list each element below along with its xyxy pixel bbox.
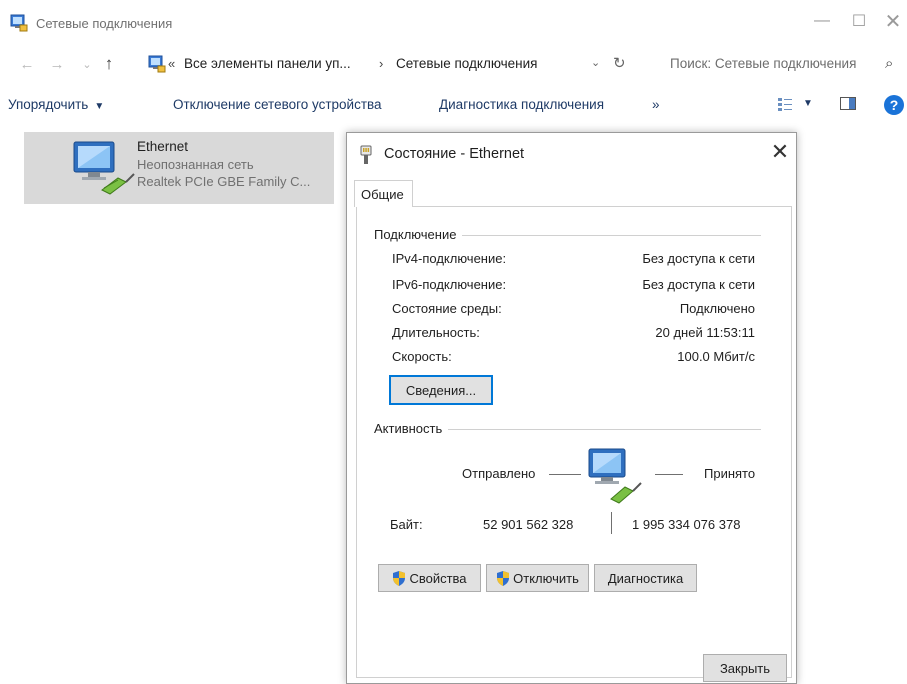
media-state-value: Подключено — [679, 301, 755, 316]
minimize-button[interactable]: — — [808, 8, 836, 34]
dialog-title: Состояние - Ethernet — [384, 146, 525, 162]
maximize-button[interactable]: ☐ — [845, 8, 873, 34]
bytes-divider — [611, 512, 612, 534]
disable-device-button[interactable]: Отключение сетевого устройства — [173, 97, 382, 112]
address-row: ← → ⌄ ↑ « Все элементы панели уп... › Се… — [0, 46, 907, 82]
recent-locations-button[interactable]: ⌄ — [78, 55, 96, 73]
activity-computer-icon — [588, 448, 642, 504]
network-connections-icon — [10, 14, 28, 32]
properties-label: Свойства — [409, 570, 467, 586]
tab-general-label: Общие — [361, 187, 404, 202]
sent-label: Отправлено — [462, 466, 536, 481]
close-dialog-button[interactable]: Закрыть — [703, 654, 787, 682]
refresh-icon[interactable]: ↻ — [613, 54, 626, 72]
address-bar[interactable]: « Все элементы панели уп... › Сетевые по… — [136, 49, 656, 79]
ethernet-plug-icon — [360, 145, 372, 164]
forward-button[interactable]: → — [48, 55, 66, 73]
organize-menu[interactable]: Упорядочить ▼ — [8, 97, 104, 112]
sent-line — [549, 474, 581, 475]
disable-label: Отключить — [513, 570, 579, 586]
ipv4-value: Без доступа к сети — [642, 251, 755, 266]
ethernet-status-dialog: Состояние - Ethernet ✕ Общие Подключение… — [346, 132, 797, 684]
connection-group-divider — [449, 235, 761, 236]
connection-status: Неопознанная сеть — [137, 157, 254, 172]
ipv6-label: IPv6-подключение: — [392, 277, 507, 292]
title-bar: Сетевые подключения — ☐ ✕ — [0, 0, 907, 42]
general-tab-panel: Подключение IPv4-подключение: Без доступ… — [356, 206, 792, 678]
bytes-label: Байт: — [390, 517, 423, 532]
ipv6-value: Без доступа к сети — [642, 277, 755, 292]
search-box[interactable]: Поиск: Сетевые подключения ⌕ — [663, 49, 907, 79]
diagnose-button[interactable]: Диагностика — [594, 564, 697, 592]
caret-down-icon: ▼ — [94, 101, 105, 112]
speed-value: 100.0 Мбит/с — [677, 349, 755, 364]
ipv4-label: IPv4-подключение: — [392, 251, 507, 266]
ethernet-connection-item[interactable]: Ethernet Неопознанная сеть Realtek PCIe … — [24, 132, 334, 204]
search-icon[interactable]: ⌕ — [885, 55, 893, 72]
back-button[interactable]: ← — [18, 55, 36, 73]
speed-label: Скорость: — [392, 349, 452, 364]
up-button[interactable]: ↑ — [100, 54, 118, 73]
duration-label: Длительность: — [392, 325, 480, 340]
connection-name: Ethernet — [137, 139, 189, 154]
duration-value: 20 дней 11:53:11 — [655, 325, 755, 340]
uac-shield-icon — [497, 570, 510, 586]
close-window-button[interactable]: ✕ — [879, 8, 907, 34]
activity-group-label: Активность — [374, 421, 449, 436]
help-icon[interactable]: ? — [884, 95, 904, 115]
more-commands-button[interactable]: » — [652, 97, 660, 112]
received-line — [655, 474, 683, 475]
uac-shield-icon — [393, 570, 406, 586]
network-adapter-icon — [73, 141, 135, 195]
change-view-icon[interactable] — [778, 97, 792, 111]
search-input[interactable]: Поиск: Сетевые подключения — [670, 56, 856, 71]
breadcrumb-separator: › — [379, 56, 384, 71]
adapter-name: Realtek PCIe GBE Family C... — [137, 174, 311, 189]
organize-label: Упорядочить — [8, 97, 89, 112]
window-title: Сетевые подключения — [36, 16, 173, 31]
connection-group-label: Подключение — [374, 227, 463, 242]
details-button[interactable]: Сведения... — [389, 375, 493, 405]
preview-pane-icon[interactable] — [840, 97, 856, 110]
view-options-caret-icon[interactable]: ▼ — [803, 98, 813, 109]
control-panel-icon — [148, 55, 166, 73]
address-dropdown-icon[interactable]: ⌄ — [591, 56, 600, 69]
diagnose-connection-button[interactable]: Диагностика подключения — [439, 97, 604, 112]
breadcrumb-network-connections[interactable]: Сетевые подключения — [396, 56, 538, 71]
dialog-close-icon[interactable]: ✕ — [768, 139, 792, 164]
properties-button[interactable]: Свойства — [378, 564, 481, 592]
breadcrumb-overflow[interactable]: « — [168, 56, 175, 71]
tab-general[interactable]: Общие — [354, 180, 413, 207]
command-bar: Упорядочить ▼ Отключение сетевого устройс… — [0, 87, 907, 123]
activity-group-divider — [440, 429, 761, 430]
received-label: Принято — [704, 466, 756, 481]
breadcrumb-all-items[interactable]: Все элементы панели уп... — [184, 56, 351, 71]
disable-button[interactable]: Отключить — [486, 564, 589, 592]
bytes-sent-value: 52 901 562 328 — [483, 517, 574, 532]
media-state-label: Состояние среды: — [392, 301, 502, 316]
bytes-received-value: 1 995 334 076 378 — [632, 517, 741, 532]
